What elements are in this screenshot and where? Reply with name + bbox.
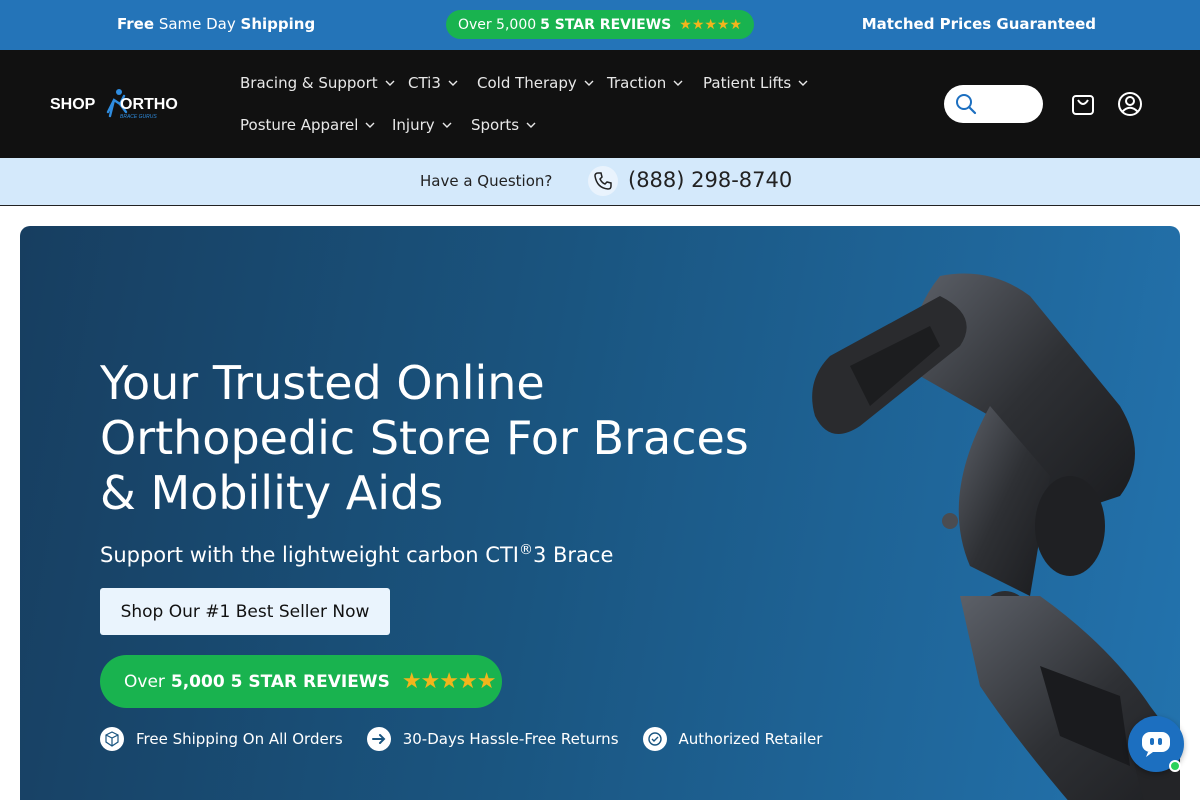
reviews-promo-prefix: Over 5,000 xyxy=(457,16,537,33)
feature-list: Free Shipping On All Orders 30-Days Hass… xyxy=(100,726,846,752)
chevron-down-icon xyxy=(442,122,452,128)
question-label: Have a Question? xyxy=(420,172,553,190)
reviews-promo-bold: 5 STAR REVIEWS xyxy=(540,16,672,33)
feature-free-shipping: Free Shipping On All Orders xyxy=(100,727,343,751)
shop-best-seller-button[interactable]: Shop Our #1 Best Seller Now xyxy=(100,588,390,635)
feature-authorized: Authorized Retailer xyxy=(642,727,823,751)
account-icon[interactable] xyxy=(1116,90,1144,118)
nav-posture-apparel[interactable]: Posture Apparel xyxy=(240,116,376,134)
main-navigation: Bracing & Support CTi3 Cold Therapy Trac… xyxy=(240,50,880,158)
feature-label: Authorized Retailer xyxy=(678,730,823,748)
feature-returns: 30-Days Hassle-Free Returns xyxy=(366,727,619,751)
free-shipping-promo: Free Same Day Shipping xyxy=(117,15,315,33)
chevron-down-icon xyxy=(798,80,808,86)
nav-cold-therapy[interactable]: Cold Therapy xyxy=(477,74,595,92)
reviews-count: 5,000 5 STAR REVIEWS xyxy=(170,671,390,692)
promo-same-day: Same Day xyxy=(158,15,236,33)
nav-label: Cold Therapy xyxy=(477,74,577,92)
registered-mark: ® xyxy=(518,542,533,558)
hero-title: Your Trusted Online Orthopedic Store For… xyxy=(100,356,749,520)
feature-label: 30-Days Hassle-Free Returns xyxy=(402,730,619,748)
nav-label: Traction xyxy=(607,74,667,92)
nav-label: Patient Lifts xyxy=(703,74,792,92)
nav-sports[interactable]: Sports xyxy=(471,116,537,134)
chevron-down-icon xyxy=(365,122,375,128)
chevron-down-icon xyxy=(673,80,683,86)
shop-ortho-logo[interactable]: SHOP ORTHO BRACE GURUS xyxy=(50,86,180,122)
star-rating-icon: ★★★★★ xyxy=(401,669,497,694)
site-header: SHOP ORTHO BRACE GURUS Bracing & Support… xyxy=(0,50,1200,158)
reviews-badge[interactable]: Over 5,000 5 STAR REVIEWS ★★★★★ xyxy=(100,655,502,708)
hero-subtitle-product: 3 Brace xyxy=(532,543,614,567)
contact-bar: Have a Question? (888) 298-8740 xyxy=(0,158,1200,206)
reviews-prefix: Over xyxy=(124,671,165,692)
logo-ortho-text: ORTHO xyxy=(120,96,178,113)
promo-bar: Free Same Day Shipping Over 5,000 5 STAR… xyxy=(0,0,1200,50)
arrow-right-icon xyxy=(366,727,391,751)
reviews-promo-badge[interactable]: Over 5,000 5 STAR REVIEWS ★★★★★ xyxy=(446,10,754,39)
chevron-down-icon xyxy=(526,122,536,128)
nav-label: Bracing & Support xyxy=(240,74,378,92)
phone-icon[interactable] xyxy=(588,166,618,196)
chat-bubble-icon xyxy=(1142,732,1170,757)
nav-label: CTi3 xyxy=(408,74,441,92)
nav-label: Injury xyxy=(392,116,435,134)
nav-label: Posture Apparel xyxy=(240,116,359,134)
search-box[interactable] xyxy=(944,85,1043,123)
search-icon[interactable] xyxy=(955,93,977,115)
nav-patient-lifts[interactable]: Patient Lifts xyxy=(703,74,809,92)
chevron-down-icon xyxy=(448,80,458,86)
promo-free: Free xyxy=(117,15,155,33)
shopping-bag-icon[interactable] xyxy=(1070,91,1096,117)
online-status-indicator xyxy=(1169,760,1181,772)
hero-subtitle: Support with the lightweight carbon CTI®… xyxy=(100,542,613,567)
hero-subtitle-text: Support with the lightweight carbon CTI xyxy=(100,543,519,567)
logo-tagline: BRACE GURUS xyxy=(120,114,157,120)
promo-shipping: Shipping xyxy=(240,15,316,33)
star-rating-icon: ★★★★★ xyxy=(679,16,743,33)
price-match-promo: Matched Prices Guaranteed xyxy=(861,15,1096,33)
nav-label: Sports xyxy=(471,116,520,134)
nav-traction[interactable]: Traction xyxy=(607,74,684,92)
chevron-down-icon xyxy=(385,80,395,86)
search-input[interactable] xyxy=(982,93,1036,115)
feature-label: Free Shipping On All Orders xyxy=(136,730,343,748)
phone-number-link[interactable]: (888) 298-8740 xyxy=(628,168,792,192)
nav-cti3[interactable]: CTi3 xyxy=(408,74,459,92)
chevron-down-icon xyxy=(584,80,594,86)
check-badge-icon xyxy=(642,727,667,751)
nav-injury[interactable]: Injury xyxy=(392,116,453,134)
logo-shop-text: SHOP xyxy=(50,96,96,113)
knee-brace-image xyxy=(812,273,1180,800)
hero-banner: Your Trusted Online Orthopedic Store For… xyxy=(20,226,1180,800)
nav-bracing-support[interactable]: Bracing & Support xyxy=(240,74,396,92)
box-icon xyxy=(100,727,124,751)
